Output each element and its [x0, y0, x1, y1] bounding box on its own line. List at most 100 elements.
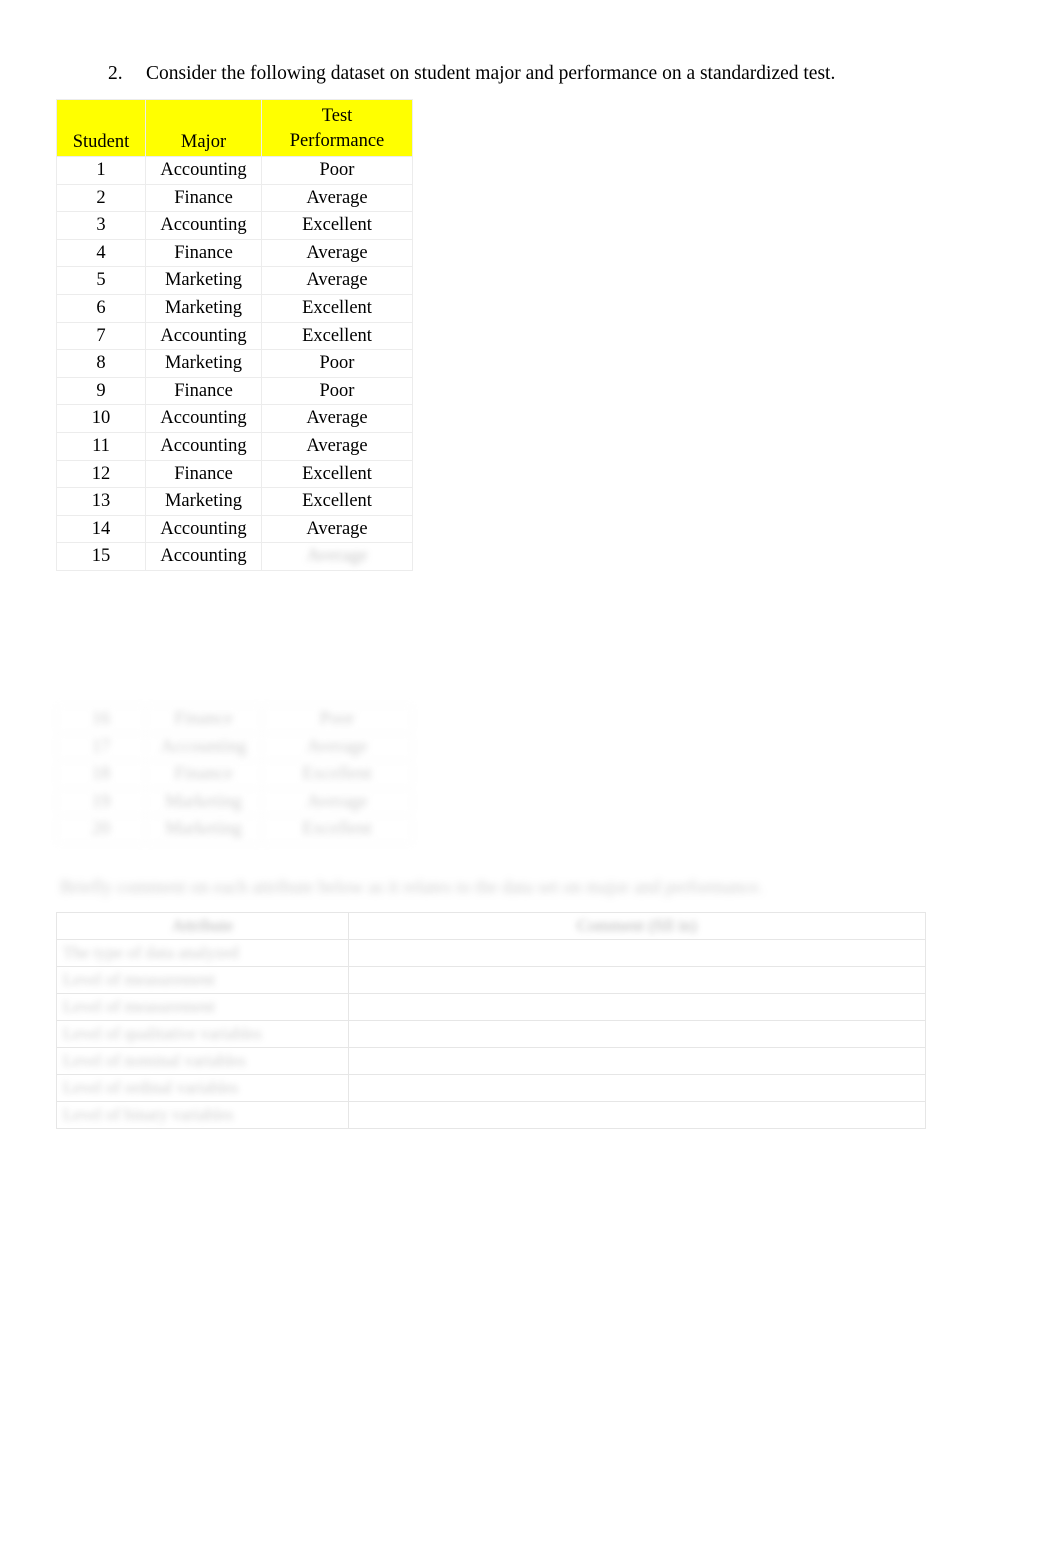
table-row: 2 Finance Average: [56, 183, 413, 213]
cell-attribute-label: Level of measurement: [63, 970, 215, 989]
cell-major: Accounting: [145, 732, 262, 762]
cell-major: Accounting: [145, 211, 262, 240]
cell-major: Accounting: [145, 321, 262, 351]
question-number: 2.: [108, 63, 123, 84]
column-header-test-performance-line2: Performance: [289, 131, 385, 151]
cell-major: Marketing: [145, 266, 262, 295]
cell-comment[interactable]: [348, 1074, 926, 1102]
cell-test-performance: Poor: [261, 376, 413, 406]
cell-test-performance: Average: [261, 183, 413, 213]
cell-performance: Excellent: [261, 815, 413, 844]
table-row: 17 Accounting Average: [56, 732, 413, 762]
cell-attribute-label: Level of qualitative variables: [63, 1024, 262, 1043]
cell-attribute: The type of data analyzed: [56, 939, 349, 967]
cell-performance: Poor: [261, 705, 413, 734]
cell-student: 13: [56, 487, 146, 516]
cell-attribute: Level of nominal variables: [56, 1047, 349, 1075]
cell-student: 10: [56, 404, 146, 433]
cell-comment[interactable]: [348, 1020, 926, 1048]
attributes-table-header: Attribute Comment (fill in): [56, 912, 926, 940]
question-heading: 2. Consider the following dataset on stud…: [108, 61, 928, 87]
column-header-comment: Comment (fill in): [348, 912, 926, 940]
attributes-prompt-text: Briefly comment on each attribute below …: [60, 878, 764, 898]
cell-student: 12: [56, 459, 146, 489]
cell-student: 2: [56, 183, 146, 213]
table-row: 13 Marketing Excellent: [56, 487, 413, 516]
table-row: Level of nominal variables: [56, 1047, 926, 1075]
cell-attribute-label: Level of nominal variables: [63, 1051, 246, 1070]
attributes-table: Attribute Comment (fill in) The type of …: [56, 912, 926, 1129]
dataset-table-body: 1 Accounting Poor 2 Finance Average 3 Accountin…: [56, 156, 413, 571]
cell-student: 7: [56, 321, 146, 351]
cell-student: 18: [56, 760, 146, 789]
cell-student: 5: [56, 266, 146, 295]
cell-comment[interactable]: [348, 939, 926, 967]
table-row: 9 Finance Poor: [56, 376, 413, 406]
cell-attribute: Level of measurement: [56, 966, 349, 994]
cell-performance: Average: [261, 732, 413, 762]
cell-test-performance: Poor: [261, 349, 413, 378]
table-row: Level of qualitative variables: [56, 1020, 926, 1048]
column-header-test-performance: Test Performance: [261, 99, 413, 157]
cell-major: Finance: [145, 376, 262, 406]
cell-attribute: Level of ordinal variables: [56, 1074, 349, 1102]
dataset-table-header: Student Major Test Performance: [56, 99, 413, 157]
cell-major: Accounting: [145, 404, 262, 433]
secondary-dataset-table-body: 16 Finance Poor 17 Accounting Average 18 Financ…: [56, 705, 413, 844]
table-row: Level of measurement: [56, 966, 926, 994]
dataset-table: Student Major Test Performance 1 Accounti…: [56, 99, 413, 571]
table-row: Level of measurement: [56, 993, 926, 1021]
column-header-attribute: Attribute: [56, 912, 349, 940]
cell-attribute: Level of measurement: [56, 993, 349, 1021]
cell-student: 16: [56, 705, 146, 734]
table-row: 18 Finance Excellent: [56, 760, 413, 789]
table-row: 3 Accounting Excellent: [56, 211, 413, 240]
table-row: Level of ordinal variables: [56, 1074, 926, 1102]
cell-major: Marketing: [145, 815, 262, 844]
cell-major: Marketing: [145, 293, 262, 323]
cell-major: Accounting: [145, 431, 262, 461]
cell-major: Finance: [145, 705, 262, 734]
cell-attribute: Level of binary variables: [56, 1101, 349, 1129]
cell-attribute-label: Level of binary variables: [63, 1105, 234, 1124]
table-row: 12 Finance Excellent: [56, 459, 413, 489]
cell-major: Marketing: [145, 349, 262, 378]
cell-attribute-label: The type of data analyzed: [63, 943, 239, 962]
table-header-row: Student Major Test Performance: [56, 99, 413, 157]
cell-test-performance: Excellent: [261, 487, 413, 516]
cell-performance: Excellent: [261, 760, 413, 789]
table-row: 20 Marketing Excellent: [56, 815, 413, 844]
cell-student: 19: [56, 787, 146, 817]
cell-test-performance: Average: [261, 542, 413, 571]
column-header-comment-label: Comment (fill in): [577, 916, 697, 935]
question-text: Consider the following dataset on studen…: [146, 63, 836, 84]
cell-attribute-label: Level of ordinal variables: [63, 1078, 239, 1097]
column-header-major: Major: [145, 99, 262, 157]
cell-test-performance: Average: [261, 514, 413, 544]
cell-student: 20: [56, 815, 146, 844]
cell-major: Finance: [145, 760, 262, 789]
table-row: 16 Finance Poor: [56, 705, 413, 734]
cell-comment[interactable]: [348, 966, 926, 994]
cell-student: 14: [56, 514, 146, 544]
table-row: 7 Accounting Excellent: [56, 321, 413, 351]
cell-comment[interactable]: [348, 1047, 926, 1075]
cell-comment[interactable]: [348, 993, 926, 1021]
cell-test-performance-obscured: Average: [306, 546, 368, 567]
cell-major: Accounting: [145, 542, 262, 571]
secondary-dataset-table: 16 Finance Poor 17 Accounting Average 18 Financ…: [56, 705, 413, 844]
cell-major: Finance: [145, 459, 262, 489]
cell-major: Marketing: [145, 787, 262, 817]
table-row: Level of binary variables: [56, 1101, 926, 1129]
table-row: 5 Marketing Average: [56, 266, 413, 295]
cell-test-performance: Average: [261, 238, 413, 268]
cell-student: 15: [56, 542, 146, 571]
column-header-student: Student: [56, 99, 146, 157]
table-row: 19 Marketing Average: [56, 787, 413, 817]
table-row: 15 Accounting Average: [56, 542, 413, 571]
cell-comment[interactable]: [348, 1101, 926, 1129]
cell-test-performance: Excellent: [261, 211, 413, 240]
cell-test-performance: Excellent: [261, 293, 413, 323]
table-row: 1 Accounting Poor: [56, 156, 413, 185]
table-header-row: Attribute Comment (fill in): [56, 912, 926, 940]
